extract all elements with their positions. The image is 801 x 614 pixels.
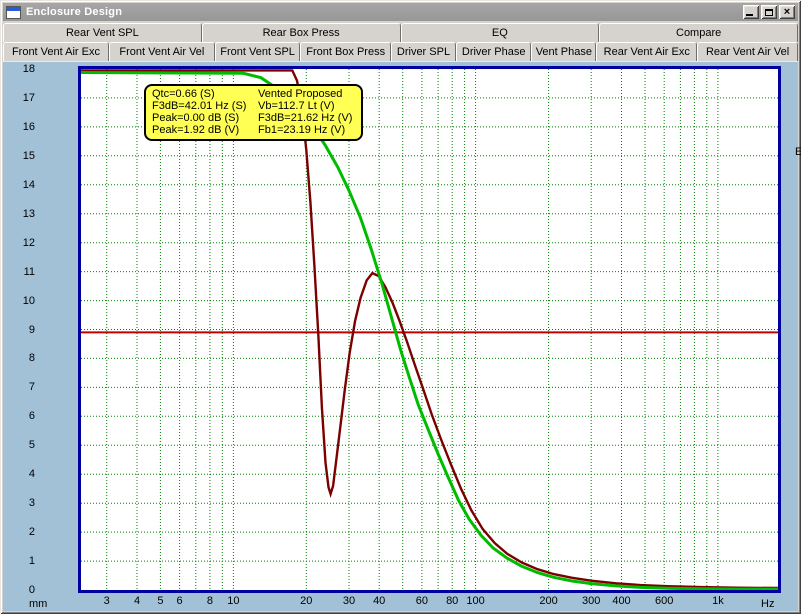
x-axis-labels: 3 4 5 6 8 10 20 30 40 60 80 100 200 300 400 600 1k	[81, 595, 778, 609]
y-tick-0: 0	[29, 584, 35, 596]
maximize-icon	[765, 9, 773, 16]
plot-svg	[81, 69, 778, 590]
x-tick-1k: 1k	[712, 595, 724, 607]
tab-rear-vent-air-exc[interactable]: Rear Vent Air Exc	[596, 42, 697, 61]
alignment-info-box: Qtc=0.66 (S) Vented Proposed F3dB=42.01 Hz…	[144, 84, 363, 141]
excursion-plot	[81, 69, 778, 590]
minimize-icon	[746, 14, 753, 16]
tab-front-box-press[interactable]: Front Box Press	[300, 42, 391, 61]
tab-vent-phase[interactable]: Vent Phase	[531, 42, 596, 61]
y-tick-13: 13	[23, 208, 35, 220]
y-tick-7: 7	[29, 381, 35, 393]
info-left-0: Qtc=0.66 (S)	[152, 88, 252, 100]
x-tick-30: 30	[343, 595, 355, 607]
info-left-3: Peak=1.92 dB (V)	[152, 124, 252, 136]
y-tick-14: 14	[23, 179, 35, 191]
y-tick-5: 5	[29, 439, 35, 451]
info-right-2: F3dB=21.62 Hz (V)	[258, 112, 355, 124]
x-tick-5: 5	[157, 595, 163, 607]
plot-frame: Qtc=0.66 (S) Vented Proposed F3dB=42.01 Hz…	[78, 66, 781, 593]
legend: Exc	[795, 143, 801, 160]
tab-front-vent-air-exc[interactable]: Front Vent Air Exc	[3, 42, 109, 61]
tab-row-2: Front Vent Air ExcFront Vent Air VelFron…	[3, 42, 798, 61]
close-icon: ×	[784, 7, 790, 17]
info-right-3: Fb1=23.19 Hz (V)	[258, 124, 355, 136]
tab-rear-vent-air-vel[interactable]: Rear Vent Air Vel	[697, 42, 798, 61]
tab-front-vent-spl[interactable]: Front Vent SPL	[215, 42, 301, 61]
y-tick-1: 1	[29, 555, 35, 567]
x-tick-60: 60	[416, 595, 428, 607]
x-tick-200: 200	[539, 595, 557, 607]
y-tick-15: 15	[23, 150, 35, 162]
window-title: Enclosure Design	[26, 6, 741, 18]
x-axis-unit: Hz	[761, 598, 774, 610]
y-tick-18: 18	[23, 63, 35, 75]
curve-sealed	[81, 73, 778, 590]
x-tick-400: 400	[612, 595, 630, 607]
window-icon	[6, 6, 21, 19]
y-tick-2: 2	[29, 526, 35, 538]
tab-driver-phase[interactable]: Driver Phase	[456, 42, 531, 61]
chart-panel: Qtc=0.66 (S) Vented Proposed F3dB=42.01 Hz…	[3, 61, 798, 611]
x-tick-4: 4	[134, 595, 140, 607]
y-tick-3: 3	[29, 497, 35, 509]
maximize-button[interactable]	[761, 5, 777, 19]
x-tick-10: 10	[227, 595, 239, 607]
tab-compare[interactable]: Compare	[599, 23, 798, 42]
y-tick-16: 16	[23, 121, 35, 133]
x-tick-20: 20	[300, 595, 312, 607]
tab-row-1: Rear Vent SPLRear Box PressEQCompare	[3, 23, 798, 42]
info-left-2: Peak=0.00 dB (S)	[152, 112, 252, 124]
y-axis-unit: mm	[29, 598, 47, 610]
info-right-0: Vented Proposed	[258, 88, 355, 100]
x-tick-8: 8	[207, 595, 213, 607]
title-bar[interactable]: Enclosure Design ×	[3, 3, 798, 21]
tab-driver-spl[interactable]: Driver SPL	[391, 42, 456, 61]
x-tick-40: 40	[373, 595, 385, 607]
y-tick-10: 10	[23, 295, 35, 307]
y-tick-12: 12	[23, 237, 35, 249]
tab-front-vent-air-vel[interactable]: Front Vent Air Vel	[109, 42, 215, 61]
close-button[interactable]: ×	[779, 5, 795, 19]
info-left-1: F3dB=42.01 Hz (S)	[152, 100, 252, 112]
y-tick-9: 9	[29, 324, 35, 336]
y-tick-6: 6	[29, 410, 35, 422]
tab-eq[interactable]: EQ	[401, 23, 600, 42]
y-tick-17: 17	[23, 92, 35, 104]
minimize-button[interactable]	[743, 5, 759, 19]
x-tick-3: 3	[104, 595, 110, 607]
x-tick-600: 600	[655, 595, 673, 607]
y-tick-11: 11	[24, 266, 35, 278]
y-tick-4: 4	[29, 468, 35, 480]
y-tick-8: 8	[29, 352, 35, 364]
info-right-1: Vb=112.7 Lt (V)	[258, 100, 355, 112]
tab-rear-box-press[interactable]: Rear Box Press	[202, 23, 401, 42]
x-tick-300: 300	[582, 595, 600, 607]
tab-rear-vent-spl[interactable]: Rear Vent SPL	[3, 23, 202, 42]
x-tick-100: 100	[466, 595, 484, 607]
x-tick-6: 6	[177, 595, 183, 607]
x-tick-80: 80	[446, 595, 458, 607]
legend-label: Exc	[795, 146, 801, 158]
y-axis-labels: 0123456789101112131415161718	[5, 69, 49, 590]
enclosure-design-window: Enclosure Design × Rear Vent SPLRear Box…	[0, 0, 801, 614]
